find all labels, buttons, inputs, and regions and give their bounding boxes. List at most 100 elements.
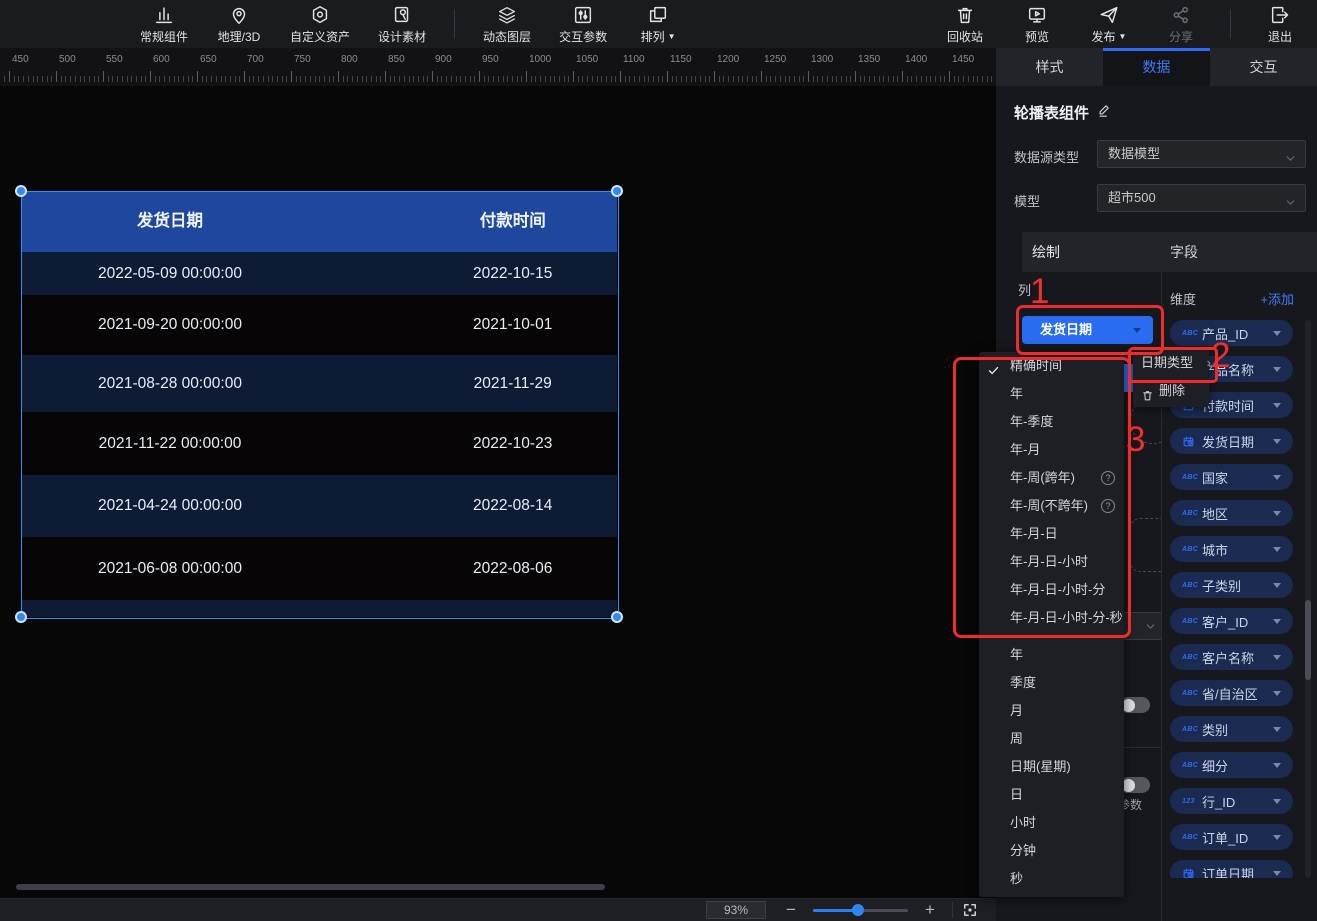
toolbar-publish[interactable]: 发布▼ <box>1086 3 1132 45</box>
hidden-select-fragment[interactable] <box>1120 612 1161 640</box>
chevron-down-icon <box>1144 620 1157 638</box>
layers-icon <box>496 3 518 27</box>
caret-down-icon <box>1273 799 1281 804</box>
date-type-option[interactable]: 年 <box>979 380 1124 408</box>
table-header-row: 发货日期付款时间 <box>21 191 617 252</box>
field-pill[interactable]: 订单日期 <box>1170 860 1293 878</box>
table-row: 2021-09-20 00:00:002021-10-01 <box>21 295 617 355</box>
ruler-label: 1300 <box>811 54 833 65</box>
zoom-out-button[interactable]: − <box>786 899 796 921</box>
date-type-option[interactable]: 年-周(不跨年)? <box>979 492 1124 520</box>
help-icon: ? <box>1101 471 1115 485</box>
zoom-slider-knob[interactable] <box>852 904 864 916</box>
date-part-option[interactable]: 季度 <box>979 669 1124 697</box>
carousel-table-component[interactable]: 发货日期付款时间 2022-05-09 00:00:002022-10-1520… <box>21 191 617 617</box>
ruler-label: 950 <box>482 54 499 65</box>
field-pill[interactable]: ABC省/自治区 <box>1170 680 1293 706</box>
field-pill[interactable]: ABC客户_ID <box>1170 608 1293 634</box>
field-pill-label: 子类别 <box>1202 576 1273 595</box>
subtab-fields[interactable]: 字段 <box>1170 232 1198 272</box>
field-pill[interactable]: ABC子类别 <box>1170 572 1293 598</box>
edit-pencil-icon[interactable] <box>1097 103 1112 123</box>
toolbar-recycle-bin[interactable]: 回收站 <box>942 3 988 45</box>
date-part-option[interactable]: 分钟 <box>979 837 1124 865</box>
toolbar-components[interactable]: 常规组件 <box>140 3 188 45</box>
toggle-switch[interactable] <box>1120 777 1150 793</box>
tab-data[interactable]: 数据 <box>1103 48 1210 86</box>
caret-down-icon <box>1273 871 1281 876</box>
toolbar-arrange[interactable]: 排列▼ <box>635 3 681 45</box>
add-dimension-link[interactable]: +添加 <box>1260 289 1294 308</box>
field-pill[interactable]: ABC类别 <box>1170 716 1293 742</box>
date-type-option[interactable]: 年-月-日 <box>979 520 1124 548</box>
field-pill[interactable]: 发货日期 <box>1170 428 1293 454</box>
field-pill[interactable]: ABC细分 <box>1170 752 1293 778</box>
toolbar-publish-label: 发布▼ <box>1092 28 1127 45</box>
column-select-shipdate[interactable]: 发货日期 <box>1022 316 1153 344</box>
selection-handle[interactable] <box>15 611 27 623</box>
toolbar-interaction-params[interactable]: 交互参数 <box>559 3 607 45</box>
canvas-horizontal-scrollbar[interactable] <box>16 884 605 890</box>
design-canvas[interactable]: 发货日期付款时间 2022-05-09 00:00:002022-10-1520… <box>0 86 996 898</box>
zoom-in-button[interactable]: + <box>925 899 935 921</box>
field-list-scrollbar-thumb[interactable] <box>1305 600 1311 680</box>
tab-interaction[interactable]: 交互 <box>1210 48 1317 86</box>
toolbar-geo-3d[interactable]: 地理/3D <box>216 3 262 45</box>
tab-style[interactable]: 样式 <box>996 48 1103 86</box>
toolbar-divider <box>454 9 455 39</box>
toggle-switch[interactable] <box>1120 697 1150 713</box>
toolbar-share[interactable]: 分享 <box>1158 3 1204 45</box>
date-type-option[interactable]: 精确时间 <box>979 352 1124 380</box>
date-type-option[interactable]: 年-季度 <box>979 408 1124 436</box>
date-type-option[interactable]: 年-月 <box>979 436 1124 464</box>
field-pill[interactable]: ABC国家 <box>1170 464 1293 490</box>
table-column-header: 发货日期 <box>137 191 203 252</box>
toolbar-exit[interactable]: 退出 <box>1257 3 1303 45</box>
trash-icon <box>1141 384 1154 412</box>
date-part-option[interactable]: 年 <box>979 641 1124 669</box>
date-part-option[interactable]: 月 <box>979 697 1124 725</box>
datasource-type-select[interactable]: 数据模型 <box>1097 140 1306 168</box>
caret-down-icon <box>1273 547 1281 552</box>
date-type-option[interactable]: 年-周(跨年)? <box>979 464 1124 492</box>
context-menu-item-date-type[interactable]: 日期类型› <box>1133 349 1217 377</box>
field-pill[interactable]: ABC城市 <box>1170 536 1293 562</box>
model-select[interactable]: 超市500 <box>1097 184 1306 212</box>
caret-down-icon <box>1273 367 1281 372</box>
ruler-label: 1450 <box>952 54 974 65</box>
hexagon-icon <box>309 3 331 27</box>
date-part-option[interactable]: 周 <box>979 725 1124 753</box>
field-pill[interactable]: 123行_ID <box>1170 788 1293 814</box>
date-part-option[interactable]: 日 <box>979 781 1124 809</box>
field-pill[interactable]: ABC客户名称 <box>1170 644 1293 670</box>
date-part-option[interactable]: 秒 <box>979 865 1124 893</box>
column-select-value: 发货日期 <box>1040 316 1092 344</box>
abc-type-icon: ABC <box>1182 654 1202 661</box>
divider <box>952 902 953 918</box>
toolbar-custom-assets[interactable]: 自定义资产 <box>290 3 350 45</box>
subtab-draw[interactable]: 绘制 <box>1032 232 1060 272</box>
date-part-option[interactable]: 日期(星期) <box>979 753 1124 781</box>
zoom-level-value[interactable]: 93% <box>706 901 766 919</box>
selection-handle[interactable] <box>611 611 623 623</box>
date-part-option[interactable]: 小时 <box>979 809 1124 837</box>
toolbar-dynamic-layers[interactable]: 动态图层 <box>483 3 531 45</box>
context-menu-item-delete[interactable]: 删除 <box>1133 377 1235 405</box>
field-pill[interactable]: ABC订单_ID <box>1170 824 1293 850</box>
date-type-option[interactable]: 年-月-日-小时-分-秒 <box>979 604 1124 632</box>
field-list-scrollbar-track[interactable] <box>1305 320 1311 878</box>
field-pill[interactable]: ABC产品_ID <box>1170 320 1293 346</box>
ruler-label: 600 <box>153 54 170 65</box>
fit-to-screen-icon[interactable] <box>961 901 979 921</box>
ruler-label: 500 <box>59 54 76 65</box>
toolbar-design-assets[interactable]: 设计素材 <box>378 3 426 45</box>
toolbar-preview[interactable]: 预览 <box>1014 3 1060 45</box>
caret-down-icon <box>1133 328 1141 333</box>
abc-type-icon: ABC <box>1182 510 1202 517</box>
selection-handle[interactable] <box>15 185 27 197</box>
field-pill[interactable]: ABC地区 <box>1170 500 1293 526</box>
selection-handle[interactable] <box>611 185 623 197</box>
date-type-option[interactable]: 年-月-日-小时-分 <box>979 576 1124 604</box>
date-type-option[interactable]: 年-月-日-小时 <box>979 548 1124 576</box>
ruler-label: 1100 <box>623 54 645 65</box>
